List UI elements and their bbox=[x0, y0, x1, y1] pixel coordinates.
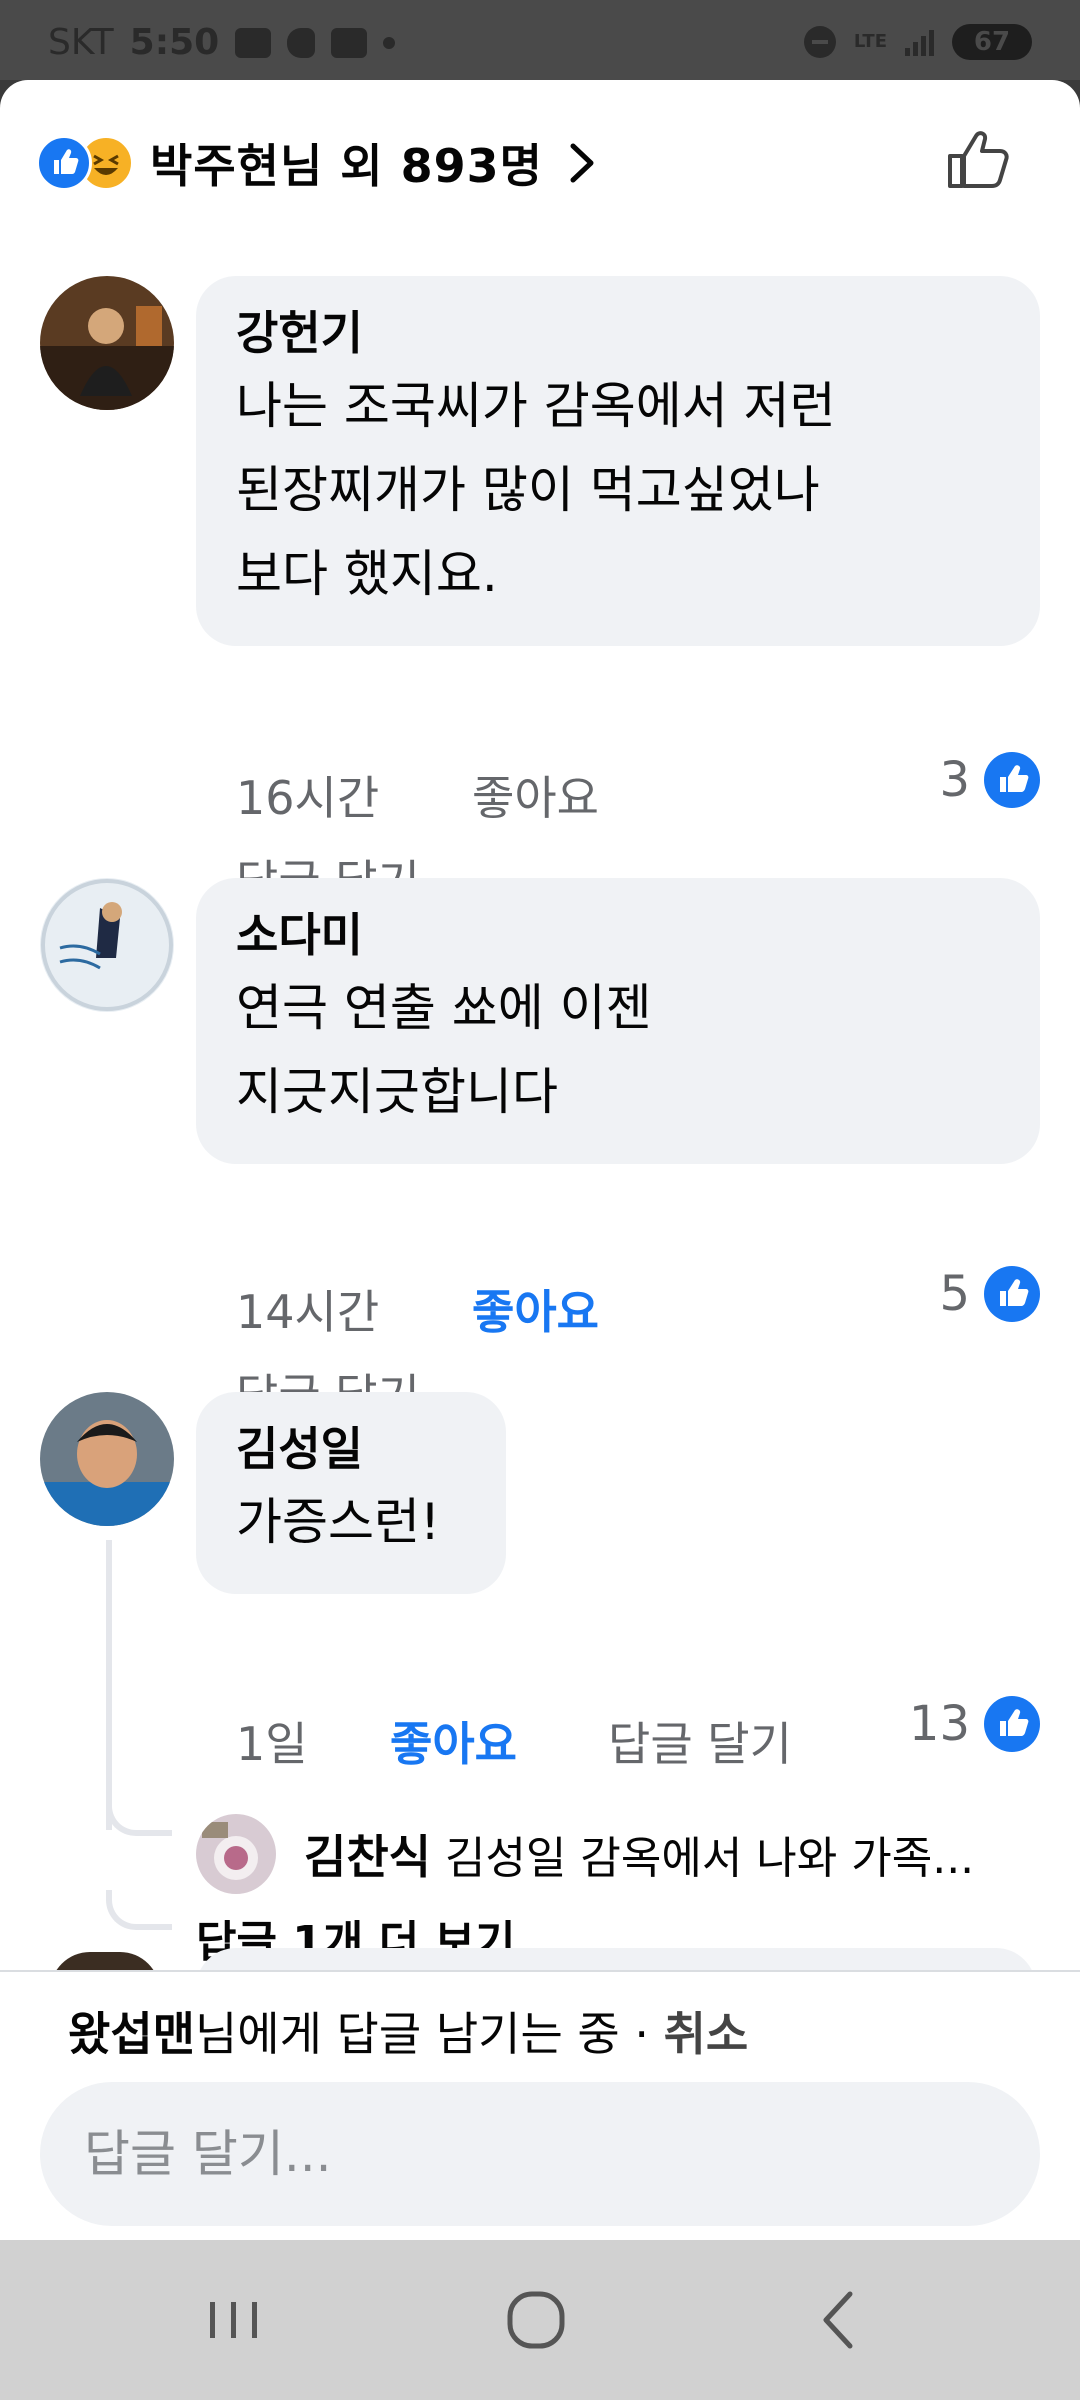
like-button[interactable]: 좋아요 bbox=[472, 762, 599, 828]
comment-bubble[interactable]: 소다미 연극 연출 쑈에 이젠 지긋지긋합니다 bbox=[196, 878, 1040, 1164]
avatar[interactable] bbox=[40, 1392, 174, 1526]
back-icon[interactable] bbox=[800, 2280, 880, 2360]
cancel-reply-button[interactable]: 취소 bbox=[664, 2007, 749, 2061]
reply-status-text: 님에게 답글 남기는 중 · bbox=[194, 2007, 664, 2061]
avatar[interactable] bbox=[40, 878, 174, 1012]
reactors-text: 박주현님 외 893명 bbox=[150, 139, 543, 193]
do-not-disturb-icon bbox=[803, 26, 836, 58]
battery-level: 67 bbox=[973, 27, 1011, 57]
status-bar: SKT 5:50 LTE 67 bbox=[0, 0, 1080, 80]
like-reaction-icon bbox=[36, 135, 92, 191]
like-reaction-icon bbox=[984, 1266, 1040, 1322]
comment-author[interactable]: 소다미 bbox=[236, 904, 1000, 966]
comment-time: 14시간 bbox=[236, 1285, 380, 1339]
reply-target-name: 왔섭맨 bbox=[68, 2007, 195, 2061]
comment-text: 나는 조국씨가 감옥에서 저런 된장찌개가 많이 먹고싶었나 보다 했지요. bbox=[236, 364, 1000, 616]
like-icon[interactable] bbox=[942, 124, 1014, 196]
screenshot-icon bbox=[235, 27, 272, 58]
signal-icon bbox=[905, 28, 934, 56]
reaction-count[interactable]: 13 bbox=[909, 1696, 1040, 1752]
reaction-count[interactable]: 5 bbox=[939, 1266, 1040, 1322]
comment-text-line: 나는 조국씨가 감옥에서 저런 bbox=[236, 377, 836, 435]
comment-text: 가증스런! bbox=[236, 1480, 466, 1564]
comment-bubble[interactable]: 김성일 가증스런! bbox=[196, 1392, 506, 1594]
comment-author[interactable]: 강헌기 bbox=[236, 302, 1000, 364]
like-button[interactable]: 좋아요 bbox=[390, 1708, 517, 1774]
like-reaction-icon bbox=[984, 752, 1040, 808]
reply-preview-text: 김찬식 김성일 감옥에서 나와 가족... bbox=[304, 1821, 974, 1887]
comment-text-line: 가증스런! bbox=[236, 1493, 441, 1551]
comment-text-line: 된장찌개가 많이 먹고싶었나 bbox=[236, 461, 820, 519]
reply-author[interactable]: 김찬식 bbox=[304, 1830, 431, 1884]
recent-apps-icon[interactable] bbox=[194, 2280, 274, 2360]
comment-time: 16시간 bbox=[236, 771, 380, 825]
comment-text: 연극 연출 쑈에 이젠 지긋지긋합니다 bbox=[236, 966, 1000, 1134]
comment-bubble[interactable]: 강헌기 나는 조국씨가 감옥에서 저런 된장찌개가 많이 먹고싶었나 보다 했지… bbox=[196, 276, 1040, 646]
network-type: LTE bbox=[853, 31, 887, 52]
reaction-count-value: 13 bbox=[908, 1696, 970, 1752]
like-reaction-icon bbox=[984, 1696, 1040, 1752]
system-navigation-bar bbox=[0, 2240, 1080, 2400]
reply-button[interactable]: 답글 달기 bbox=[608, 1708, 792, 1774]
reply-input[interactable] bbox=[40, 2082, 1040, 2226]
reply-composer: 왔섭맨님에게 답글 남기는 중 · 취소 bbox=[0, 1970, 1080, 2240]
more-notifications-icon bbox=[383, 36, 396, 49]
avatar[interactable] bbox=[40, 276, 174, 410]
comment-text-line: 보다 했지요. bbox=[236, 545, 498, 603]
app-d-icon bbox=[287, 27, 316, 58]
carrier-label: SKT bbox=[48, 22, 114, 63]
battery-icon: 67 bbox=[952, 24, 1032, 60]
comment-text-line: 지긋지긋합니다 bbox=[236, 1063, 558, 1121]
comment-author[interactable]: 김성일 bbox=[236, 1418, 466, 1480]
reactions-header: 박주현님 외 893명 bbox=[0, 80, 1080, 240]
comment-time: 1일 bbox=[236, 1717, 308, 1771]
thread-line bbox=[106, 1540, 112, 1830]
avatar[interactable] bbox=[196, 1814, 276, 1894]
replying-to-status: 왔섭맨님에게 답글 남기는 중 · 취소 bbox=[68, 1998, 748, 2064]
reaction-count[interactable]: 3 bbox=[939, 752, 1040, 808]
thread-connector bbox=[106, 1890, 172, 1930]
reaction-count-value: 3 bbox=[939, 752, 970, 808]
like-button[interactable]: 좋아요 bbox=[472, 1276, 599, 1342]
chevron-right-icon bbox=[570, 143, 594, 183]
home-icon[interactable] bbox=[496, 2280, 576, 2360]
youtube-icon bbox=[331, 27, 368, 58]
reaction-count-value: 5 bbox=[939, 1266, 970, 1322]
reply-snippet: 김성일 감옥에서 나와 가족... bbox=[444, 1833, 975, 1884]
reactions-summary[interactable]: 박주현님 외 893명 bbox=[36, 130, 601, 196]
thread-connector bbox=[106, 1796, 172, 1836]
comments-sheet: 박주현님 외 893명 강헌기 나는 조국씨가 감옥에서 저런 된장찌개가 많이… bbox=[0, 80, 1080, 2240]
clock: 5:50 bbox=[129, 22, 220, 63]
comment-text-line: 연극 연출 쑈에 이젠 bbox=[236, 979, 652, 1037]
reply-preview[interactable]: 김찬식 김성일 감옥에서 나와 가족... bbox=[196, 1814, 974, 1894]
